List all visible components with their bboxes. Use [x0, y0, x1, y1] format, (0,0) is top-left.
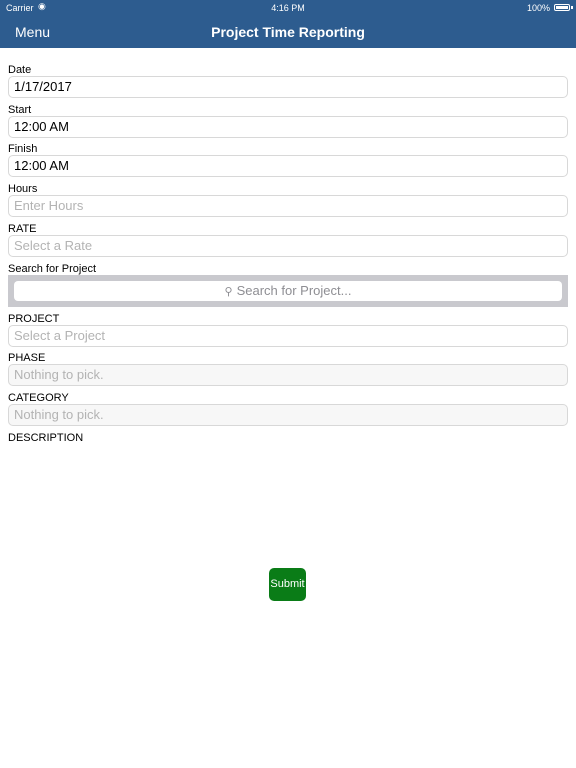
hours-input[interactable]: Enter Hours: [8, 195, 568, 217]
date-field[interactable]: 1/17/2017: [8, 76, 568, 98]
submit-button[interactable]: Submit: [269, 568, 306, 601]
nav-header: Carrier ◉ 4:16 PM 100% Menu Project Time…: [0, 0, 576, 48]
category-label: CATEGORY: [8, 392, 69, 404]
date-label: Date: [8, 64, 32, 76]
project-label: PROJECT: [8, 313, 60, 325]
search-project-label: Search for Project: [8, 263, 97, 275]
search-placeholder: Search for Project...: [236, 283, 352, 298]
search-icon: ⚲: [224, 286, 233, 298]
rate-select[interactable]: Select a Rate: [8, 235, 568, 257]
start-label: Start: [8, 104, 32, 116]
project-select[interactable]: Select a Project: [8, 325, 568, 347]
start-field[interactable]: 12:00 AM: [8, 116, 568, 138]
status-bar: Carrier ◉ 4:16 PM 100%: [0, 0, 576, 16]
category-select[interactable]: Nothing to pick.: [8, 404, 568, 426]
phase-select[interactable]: Nothing to pick.: [8, 364, 568, 386]
phase-label: PHASE: [8, 352, 46, 364]
status-time: 4:16 PM: [271, 3, 305, 13]
page-title: Project Time Reporting: [211, 24, 365, 40]
battery-tip: [571, 6, 573, 9]
finish-field[interactable]: 12:00 AM: [8, 155, 568, 177]
hours-label: Hours: [8, 183, 38, 195]
rate-label: RATE: [8, 223, 37, 235]
description-label: DESCRIPTION: [8, 432, 84, 444]
battery-percent: 100%: [526, 3, 550, 13]
battery-icon: [554, 4, 570, 11]
finish-label: Finish: [8, 143, 38, 155]
search-input[interactable]: ⚲ Search for Project...: [14, 281, 562, 301]
project-search-bar: ⚲ Search for Project...: [8, 275, 568, 307]
